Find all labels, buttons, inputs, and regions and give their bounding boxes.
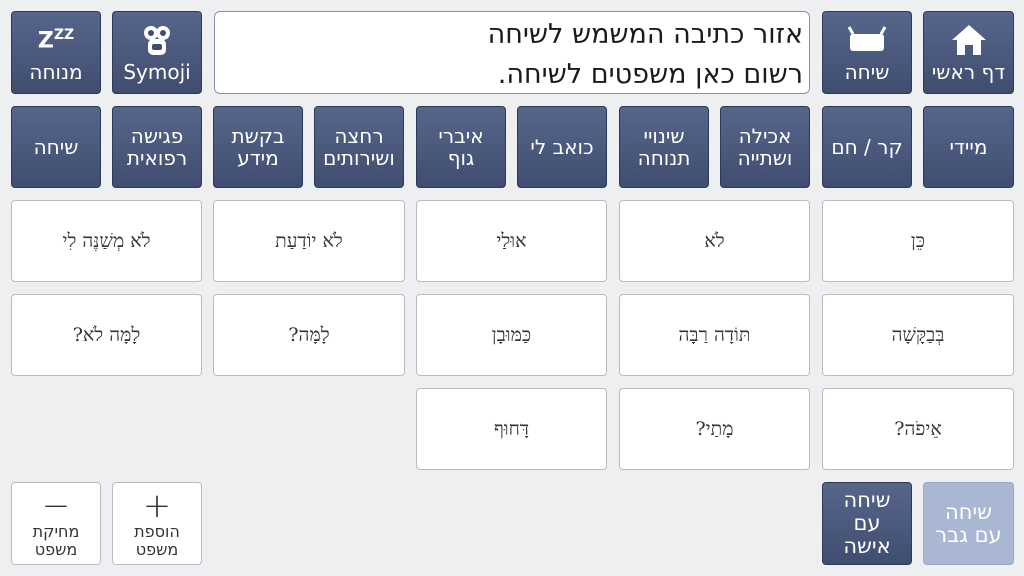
phrase-label: לָמָּה? [288,323,330,346]
phrase-label: לֹא [704,229,725,252]
phrase-label: אוּלַי [496,229,527,252]
category-body-parts[interactable]: איברי גוף [416,106,506,188]
phrase-button[interactable]: כֵּן [822,200,1014,282]
phrase-label: לֹא יוֹדַעַת [275,229,343,252]
phrase-button[interactable]: מָתַי? [619,388,810,470]
phrase-button[interactable]: אוּלַי [416,200,607,282]
add-sentence-label: הוספת משפט [134,521,180,559]
keyboard-icon [847,21,887,59]
phrase-label: אֵיפֹה? [894,417,942,440]
phrase-button[interactable]: תּוֹדָה רַבָּה [619,294,810,376]
phrase-label: בְּבַקָּשָׁה [891,323,945,346]
conversation-label: שיחה [844,60,890,84]
category-label: כואב לי [530,135,594,159]
phrase-button[interactable]: לָמָּה לֹא? [11,294,202,376]
sleep-zzz-icon: ZZZ [37,26,75,54]
category-label: שיחה [33,135,79,159]
phrase-button[interactable]: לֹא מְשַׁנֶּה לִי [11,200,202,282]
category-medical-meeting[interactable]: פגישה רפואית [112,106,202,188]
category-info-request[interactable]: בקשת מידע [213,106,303,188]
rest-label: מנוחה [29,60,83,84]
category-label: פגישה רפואית [126,124,188,170]
category-label: רחצה ושירותים [323,124,395,170]
category-pain[interactable]: כואב לי [517,106,607,188]
talk-to-man-button[interactable]: שיחה עם גבר [923,482,1014,565]
text-line-1: אזור כתיבה המשמש לשיחה [487,19,803,50]
category-label: שינויי תנוחה [637,124,691,170]
category-label: איברי גוף [438,124,484,170]
rest-button[interactable]: ZZZ מנוחה [11,11,101,94]
category-eating-drinking[interactable]: אכילה ושתייה [720,106,810,188]
phrase-label: כַּמּוּבָן [491,323,532,346]
category-label: אכילה ושתייה [737,124,793,170]
phrase-label: תּוֹדָה רַבָּה [678,323,751,346]
talk-to-woman-label: שיחה עם אישה [843,488,891,558]
phrase-button[interactable]: בְּבַקָּשָׁה [822,294,1014,376]
symoji-button[interactable]: Symoji [112,11,202,94]
symoji-label: Symoji [123,60,191,84]
conversation-button[interactable]: שיחה [822,11,912,94]
home-button[interactable]: דף ראשי [923,11,1014,94]
category-cold-hot[interactable]: קר / חם [822,106,912,188]
category-label: קר / חם [831,135,903,159]
category-bathing-toilet[interactable]: רחצה ושירותים [314,106,404,188]
phrase-label: דָּחוּף [493,417,530,440]
phrase-label: מָתַי? [695,417,734,440]
message-text-area[interactable]: אזור כתיבה המשמש לשיחה רשום כאן משפטים ל… [214,11,810,94]
phrase-label: כֵּן [910,229,926,252]
category-conversation[interactable]: שיחה [11,106,101,188]
home-icon [950,21,988,59]
talk-to-woman-button[interactable]: שיחה עם אישה [822,482,912,565]
category-immediate[interactable]: מיידי [923,106,1014,188]
add-sentence-button[interactable]: + הוספת משפט [112,482,202,565]
category-label: מיידי [949,135,988,159]
talk-to-man-label: שיחה עם גבר [935,499,1002,547]
plus-icon: + [142,485,172,526]
delete-sentence-button[interactable]: − מחיקת משפט [11,482,101,565]
phrase-button[interactable]: לֹא יוֹדַעַת [213,200,405,282]
phrase-button[interactable]: דָּחוּף [416,388,607,470]
symoji-character-icon [140,21,174,59]
minus-icon: − [41,485,71,526]
text-line-2: רשום כאן משפטים לשיחה. [497,59,803,90]
phrase-label: לָמָּה לֹא? [72,323,141,346]
category-position-changes[interactable]: שינויי תנוחה [619,106,709,188]
phrase-label: לֹא מְשַׁנֶּה לִי [62,229,151,252]
category-label: בקשת מידע [231,124,285,170]
phrase-button[interactable]: אֵיפֹה? [822,388,1014,470]
delete-sentence-label: מחיקת משפט [32,521,80,559]
home-label: דף ראשי [931,60,1006,84]
phrase-button[interactable]: כַּמּוּבָן [416,294,607,376]
phrase-button[interactable]: לָמָּה? [213,294,405,376]
phrase-button[interactable]: לֹא [619,200,810,282]
